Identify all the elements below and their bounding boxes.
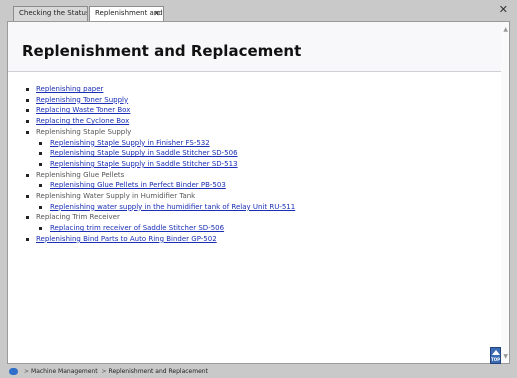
- tab-bar: Checking the Status I... Replenishment a…: [0, 0, 517, 22]
- toc-link[interactable]: Replenishing water supply in the humidif…: [50, 203, 295, 211]
- toc-link[interactable]: Replenishing Bind Parts to Auto Ring Bin…: [36, 235, 217, 243]
- list-item: Replenishing Staple Supply Replenishing …: [25, 127, 295, 170]
- list-item: Replacing the Cyclone Box: [25, 116, 295, 127]
- toc-link[interactable]: Replenishing Toner Supply: [36, 96, 128, 104]
- arrow-up-icon: [492, 350, 500, 355]
- toc-link[interactable]: Replacing Waste Toner Box: [36, 106, 130, 114]
- chevron-up-icon[interactable]: ▲: [503, 26, 508, 33]
- chevron-down-icon[interactable]: ▼: [503, 353, 508, 360]
- breadcrumb-item-current: Replenishment and Replacement: [108, 368, 208, 375]
- list-item: Replenishing Water Supply in Humidifier …: [25, 191, 295, 212]
- list-item: Replenishing Staple Supply in Saddle Sti…: [36, 148, 295, 159]
- tab-label: Checking the Status I...: [19, 9, 88, 17]
- list-item: Replenishing Glue Pellets in Perfect Bin…: [36, 180, 295, 191]
- breadcrumb-item-machine-management[interactable]: Machine Management: [31, 368, 98, 375]
- status-bar: > Machine Management > Replenishment and R…: [0, 366, 517, 378]
- toc-group-label: Replacing Trim Receiver: [36, 213, 120, 222]
- tab-close-icon[interactable]: ✕: [153, 7, 160, 20]
- back-to-top-button[interactable]: TOP: [490, 347, 501, 364]
- list-item: Replacing Trim Receiver Replacing trim r…: [25, 212, 295, 233]
- breadcrumb: > Machine Management > Replenishment and R…: [22, 366, 208, 378]
- list-item: Replacing trim receiver of Saddle Stitch…: [36, 223, 295, 234]
- toc-group-label: Replenishing Water Supply in Humidifier …: [36, 192, 196, 201]
- breadcrumb-separator: >: [24, 368, 30, 375]
- top-label: TOP: [491, 357, 501, 362]
- page-title: Replenishment and Replacement: [22, 42, 302, 60]
- toc-list: Replenishing paper Replenishing Toner Su…: [25, 84, 295, 245]
- list-item: Replenishing paper: [25, 84, 295, 95]
- page-header: Replenishment and Replacement: [8, 22, 502, 72]
- tab-checking-status[interactable]: Checking the Status I...: [13, 6, 88, 21]
- window-close-icon[interactable]: ✕: [499, 3, 508, 16]
- toc-link[interactable]: Replenishing Staple Supply in Saddle Sti…: [50, 160, 238, 168]
- list-item: Replenishing Toner Supply: [25, 95, 295, 106]
- list-item: Replenishing Bind Parts to Auto Ring Bin…: [25, 234, 295, 245]
- breadcrumb-separator: >: [101, 368, 107, 375]
- list-item: Replenishing Staple Supply in Saddle Sti…: [36, 159, 295, 170]
- toc-link[interactable]: Replacing the Cyclone Box: [36, 117, 129, 125]
- toc-group-label: Replenishing Glue Pellets: [36, 170, 125, 179]
- toc-link[interactable]: Replenishing paper: [36, 85, 103, 93]
- vertical-scrollbar[interactable]: ▲ ▼: [501, 22, 509, 363]
- toc-group-label: Replenishing Staple Supply: [36, 127, 132, 136]
- toc-link[interactable]: Replenishing Glue Pellets in Perfect Bin…: [50, 181, 226, 189]
- toc-link[interactable]: Replenishing Staple Supply in Saddle Sti…: [50, 149, 238, 157]
- list-item: Replenishing Glue Pellets Replenishing G…: [25, 170, 295, 191]
- toc-link[interactable]: Replacing trim receiver of Saddle Stitch…: [50, 224, 224, 232]
- list-item: Replacing Waste Toner Box: [25, 105, 295, 116]
- content-pane: Replenishment and Replacement ▲ ▼ Replen…: [7, 21, 510, 364]
- home-icon[interactable]: [9, 368, 18, 375]
- toc-link[interactable]: Replenishing Staple Supply in Finisher F…: [50, 139, 210, 147]
- tab-replenishment[interactable]: Replenishment and... ✕: [89, 6, 164, 22]
- list-item: Replenishing water supply in the humidif…: [36, 202, 295, 213]
- list-item: Replenishing Staple Supply in Finisher F…: [36, 138, 295, 149]
